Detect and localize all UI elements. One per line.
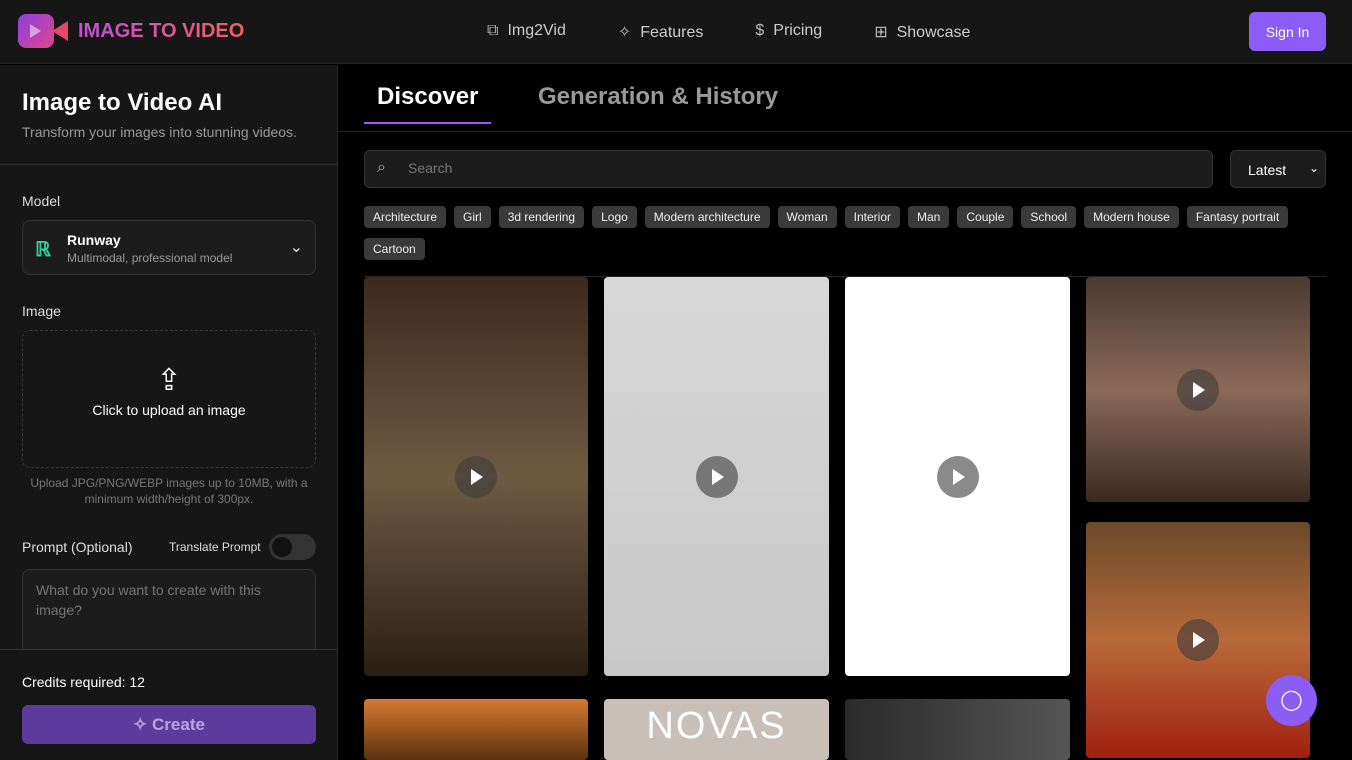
header: IMAGE TO VIDEO ⧉ Img2Vid ✧ Features $ Prici… [0,0,1352,64]
tag-chip[interactable]: Cartoon [364,238,425,260]
nav-showcase[interactable]: ⊞ Showcase [874,22,970,42]
nav-label: Img2Vid [507,22,566,39]
sidebar-footer: Credits required: 12 ✧ Create [0,649,337,760]
video-card[interactable] [1086,277,1310,502]
create-label: Create [152,714,205,734]
chat-icon: ◯ [1280,689,1303,711]
image-label: Image [22,303,61,319]
play-icon [1177,619,1219,661]
divider [0,164,338,165]
sidebar-title: Image to Video AI [22,89,223,116]
chat-button[interactable]: ◯ [1266,675,1317,726]
tag-chip[interactable]: Logo [592,206,637,228]
logo[interactable]: IMAGE TO VIDEO [18,12,244,50]
tag-chip[interactable]: Architecture [364,206,447,228]
nav-features[interactable]: ✧ Features [618,22,704,42]
credits-text: Credits required: 12 [22,674,145,690]
model-desc: Multimodal, professional model [67,251,233,265]
nav-img2vid[interactable]: ⧉ Img2Vid [487,22,566,42]
tag-chip[interactable]: Couple [957,206,1014,228]
tag-chip[interactable]: Girl [454,206,491,228]
logo-text: IMAGE TO VIDEO [78,19,245,42]
tab-generation-history[interactable]: Generation & History [538,83,778,111]
sign-in-button[interactable]: Sign In [1249,12,1326,51]
card-text: NOVAS [646,705,787,747]
chevron-down-icon: ⌄ [289,239,303,256]
upload-hint: Upload JPG/PNG/WEBP images up to 10MB, w… [30,476,308,506]
tag-chip[interactable]: Fantasy portrait [1186,206,1289,228]
play-icon [936,455,979,498]
video-card[interactable] [1086,522,1310,758]
chevron-down-icon: ⌄ [1308,161,1319,175]
sparkles-icon: ✧ [617,24,632,41]
video-card[interactable] [364,699,588,760]
sparkle-icon: ✧ [133,714,153,734]
search-icon: ⌕ [377,159,386,176]
dollar-icon: $ [755,22,765,39]
video-card[interactable] [845,277,1070,676]
video-card[interactable] [604,277,829,676]
nav-label: Features [640,24,704,41]
logo-camera-icon [18,12,68,50]
play-square-icon: ⧉ [487,22,499,39]
sidebar: Image to Video AI Transform your images … [0,65,338,760]
upload-icon: ⇪ [156,364,182,397]
create-button[interactable]: ✧ Create [22,705,316,744]
play-icon [1177,368,1219,411]
translate-label: Translate Prompt [169,540,261,554]
video-card[interactable]: NOVAS [604,699,829,760]
tag-chip[interactable]: Modern house [1084,206,1179,228]
nav-label: Pricing [773,22,823,39]
video-card[interactable] [364,277,588,676]
tag-chip[interactable]: Modern architecture [644,206,770,228]
nav-label: Showcase [896,24,971,41]
nav-pricing[interactable]: $ Pricing [755,22,822,42]
runway-icon: ℝ [35,239,51,261]
tag-chip[interactable]: School [1021,206,1077,228]
search-box[interactable]: ⌕ [364,150,1213,188]
sidebar-subtitle: Transform your images into stunning vide… [22,124,297,140]
sort-select[interactable]: Latest ⌄ [1230,150,1326,188]
prompt-label: Prompt (Optional) [22,539,133,555]
grid-icon: ⊞ [874,24,888,41]
tag-list: Architecture Girl 3d rendering Logo Modern a… [364,206,1334,260]
tag-chip[interactable]: Woman [777,206,837,228]
tag-chip[interactable]: Interior [844,206,901,228]
model-name: Runway [67,232,121,248]
translate-toggle[interactable] [269,534,316,560]
video-card[interactable] [845,699,1070,760]
sort-value: Latest [1248,162,1287,178]
play-icon [695,455,738,498]
model-select[interactable]: ℝ Runway Multimodal, professional model … [22,220,316,275]
tag-chip[interactable]: Man [908,206,950,228]
image-upload[interactable]: ⇪ Click to upload an image [22,330,316,468]
model-label: Model [22,193,61,209]
tab-discover[interactable]: Discover [363,83,492,124]
search-input[interactable] [408,160,1108,176]
play-icon [455,455,497,498]
tabs: Discover Generation & History [338,65,1352,132]
tag-chip[interactable]: 3d rendering [498,206,585,228]
upload-text: Click to upload an image [92,402,246,418]
